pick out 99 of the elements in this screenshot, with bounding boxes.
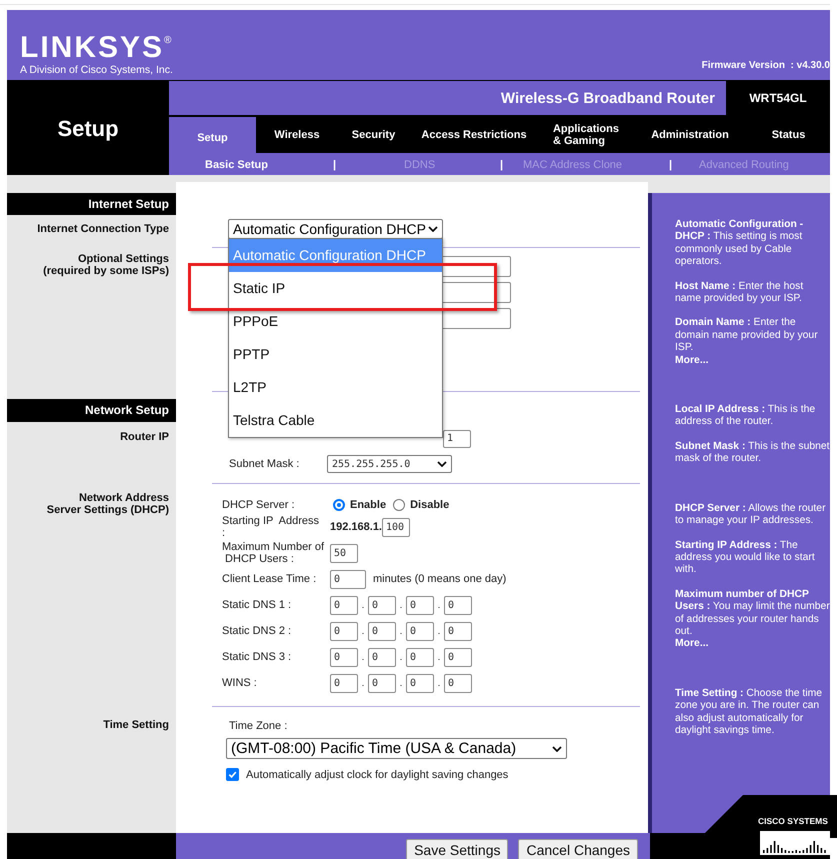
field-label: Router IP	[119, 431, 170, 443]
input-field[interactable]: 0	[330, 648, 358, 666]
product-name: Wireless-G Broadband Router	[500, 90, 716, 106]
input-field[interactable]: 0	[406, 622, 434, 640]
tagline: A Division of Cisco Systems, Inc.	[20, 64, 174, 76]
field-label: Time Zone :	[229, 720, 288, 732]
help-text: DHCP Server : Allows the router to manage your IP addresses.	[675, 502, 827, 528]
help-text: Maximum number of DHCP Users : You may limit the number of addresses your router hands out.	[675, 588, 830, 638]
separator: |	[500, 159, 504, 171]
section-heading: Network Setup	[7, 399, 176, 422]
tab[interactable]: Status	[747, 117, 830, 153]
input-field[interactable]: 0	[406, 674, 434, 692]
dot-separator: .	[398, 600, 404, 610]
field-label: Subnet Mask :	[229, 458, 300, 470]
more-link[interactable]: More...	[675, 354, 830, 368]
more-link[interactable]: More...	[675, 638, 830, 651]
input-field[interactable]: 0	[330, 596, 358, 614]
field-label: Static DNS 1 :	[222, 599, 292, 611]
tab[interactable]: Setup	[169, 117, 256, 153]
field-label: Client Lease Time :	[222, 573, 318, 585]
tab[interactable]: Applications & Gaming	[539, 117, 633, 153]
tab[interactable]: Access Restrictions	[409, 117, 539, 153]
input-field[interactable]: 0	[368, 674, 396, 692]
dot-separator: .	[360, 678, 366, 688]
dot-separator: .	[360, 600, 366, 610]
radio-button[interactable]	[333, 499, 345, 511]
input-field[interactable]: 0	[444, 622, 472, 640]
field-label: Optional Settings (required by some ISPs)	[42, 253, 170, 277]
dropdown-option[interactable]: PPPoE	[229, 305, 442, 338]
help-text: Local IP Address : This is the address of the router.	[675, 404, 816, 429]
input-field[interactable]: 1	[443, 430, 471, 448]
ip-prefix: 192.168.1.	[330, 521, 382, 533]
separator: |	[669, 159, 672, 171]
input-field[interactable]: 0	[444, 596, 472, 614]
input-field[interactable]: 0	[368, 622, 396, 640]
radio-label: Enable	[350, 499, 386, 511]
dropdown[interactable]: 255.255.255.0	[327, 455, 452, 473]
radio-button[interactable]	[393, 499, 406, 511]
dot-separator: .	[360, 626, 366, 636]
caret-icon	[437, 461, 447, 467]
tab[interactable]: Security	[338, 117, 409, 153]
dropdown-option[interactable]: PPTP	[229, 338, 442, 371]
input-field[interactable]: 0	[368, 596, 396, 614]
input-field[interactable]: 0	[406, 648, 434, 666]
logo-text: CISCO SYSTEMS	[758, 816, 828, 826]
help-text: Host Name : Enter the host name provided by your ISP.	[675, 280, 804, 306]
checkbox[interactable]	[226, 768, 239, 781]
firmware-version: Firmware Version : v4.30.0	[702, 60, 830, 71]
caret-icon	[428, 226, 438, 232]
field-label: Network Address Server Settings (DHCP)	[46, 492, 170, 516]
dot-separator: .	[436, 626, 442, 636]
input-field[interactable]: 0	[330, 622, 358, 640]
dropdown-option[interactable]: Telstra Cable	[229, 404, 442, 437]
input-field[interactable]: 0	[444, 648, 472, 666]
button[interactable]: Cancel Changes	[518, 839, 638, 859]
subtab[interactable]: Basic Setup	[205, 159, 268, 171]
input-field[interactable]: 0	[444, 674, 472, 692]
help-text: Time Setting : Choose the time zone you are in. The router can also adjust automatically for daylight savings time.	[675, 688, 824, 738]
radio-label: Disable	[410, 499, 450, 511]
field-note: minutes (0 means one day)	[373, 573, 506, 585]
dot-separator: .	[436, 678, 442, 688]
field-label: Internet Connection Type	[36, 223, 170, 235]
separator: |	[333, 159, 336, 171]
input-field[interactable]: 0	[406, 596, 434, 614]
input-field[interactable]: 0	[330, 674, 358, 692]
section-heading: Internet Setup	[7, 193, 176, 215]
dot-separator: .	[398, 652, 404, 662]
button[interactable]: Save Settings	[406, 839, 508, 859]
page-title: Setup	[57, 116, 119, 142]
caret-icon	[552, 746, 562, 752]
field-label: Maximum Number of DHCP Users :	[222, 541, 326, 565]
checkbox-label: Automatically adjust clock for daylight saving changes	[246, 768, 508, 780]
input-field[interactable]: 0	[368, 648, 396, 666]
field-label: Starting IP Address :	[222, 515, 320, 539]
field-label: Static DNS 3 :	[222, 651, 292, 663]
field-label: WINS :	[222, 677, 258, 689]
logo-text: LINKSYS$^{®}$	[20, 30, 174, 63]
help-text: Automatic Configuration - DHCP : This setting is most commonly used by Cable operators.	[675, 219, 804, 269]
input-field[interactable]: 0	[330, 570, 366, 588]
field-label: Static DNS 2 :	[222, 625, 292, 637]
help-text: Subnet Mask : This is the subnet mask of the router.	[675, 440, 830, 466]
dot-separator: .	[398, 678, 404, 688]
input-field[interactable]: 50	[330, 544, 358, 562]
help-text: Starting IP Address : The address you would like to start with.	[675, 540, 816, 577]
dot-separator: .	[360, 652, 366, 662]
dropdown-option[interactable]: Static IP	[229, 272, 442, 305]
model-label: WRT54GL	[726, 81, 830, 115]
dropdown[interactable]: Automatic Configuration DHCP	[228, 219, 443, 239]
dot-separator: .	[398, 626, 404, 636]
dot-separator: .	[436, 600, 442, 610]
field-label: Time Setting	[102, 719, 170, 731]
tab[interactable]: Administration	[633, 117, 747, 153]
dropdown[interactable]: (GMT-08:00) Pacific Time (USA & Canada)	[226, 738, 567, 759]
field-label: DHCP Server :	[222, 499, 296, 511]
input-field[interactable]: 100	[382, 518, 410, 536]
dropdown-option[interactable]: L2TP	[229, 371, 442, 404]
help-text: Domain Name : Enter the domain name provided by your ISP.	[675, 317, 819, 355]
tab[interactable]: Wireless	[256, 117, 338, 153]
dot-separator: .	[436, 652, 442, 662]
